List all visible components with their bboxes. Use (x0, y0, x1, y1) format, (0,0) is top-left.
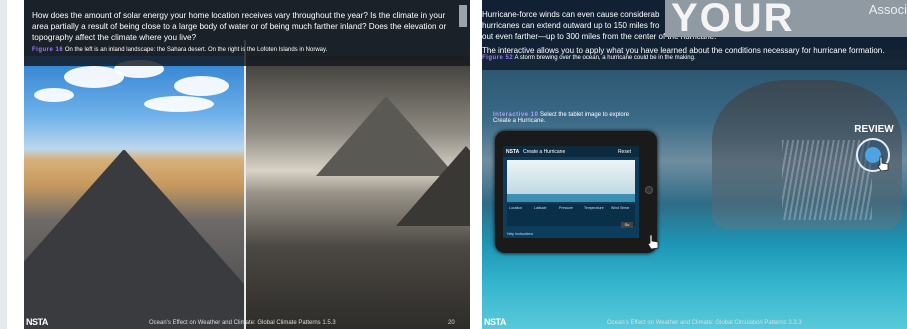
overlay-photo-text: YOUR (671, 0, 795, 37)
pointer-hand-icon (877, 156, 889, 172)
control-label: Temperature (584, 206, 604, 210)
figure-caption: Figure 52 A storm brewing over the ocean… (482, 55, 907, 61)
cloud (174, 76, 229, 96)
footer-title: Ocean's Effect on Weather and Climate: G… (149, 320, 336, 326)
tablet-footer: Help Instructions (507, 232, 534, 236)
control-label: Pressure (559, 206, 574, 210)
mountain (396, 146, 470, 226)
tablet-logo: NSTA (506, 149, 520, 155)
review-label: REVIEW (854, 124, 894, 135)
tablet-home-button (645, 186, 653, 194)
simulation-sky (507, 160, 635, 194)
pointer-hand-icon (647, 234, 659, 250)
control-label: Wind Shear (611, 206, 630, 210)
control-label: Latitude (534, 206, 547, 210)
control-label: Location (509, 206, 523, 210)
cloud (144, 96, 214, 112)
overlay-photo: YOUR Associ (665, 0, 907, 37)
image-divider (244, 40, 246, 329)
figure-label: Figure 52 (482, 55, 514, 61)
page-footer: NSTA Ocean's Effect on Weather and Clima… (24, 315, 470, 329)
page-footer: NSTA Ocean's Effect on Weather and Clima… (482, 315, 907, 329)
tablet-title: Create a Hurricane (523, 149, 566, 155)
tablet-header: NSTA Create a Hurricane Reset (503, 146, 639, 157)
tablet-screen[interactable]: NSTA Create a Hurricane Reset Location L… (503, 146, 639, 238)
nsta-logo: NSTA (484, 317, 506, 327)
page-number: 20 (448, 320, 455, 326)
figure-caption: Figure 16 On the left is an inland lands… (32, 47, 452, 53)
footer-title: Ocean's Effect on Weather and Climate: G… (607, 320, 802, 326)
right-book-page: Hurricane-force winds can even cause con… (482, 0, 907, 329)
tablet-go-button: Go (621, 222, 633, 228)
figure-label: Figure 16 (32, 47, 64, 53)
figure-caption-text: A storm brewing over the ocean, a hurric… (514, 55, 696, 61)
simulation-sea (507, 194, 635, 202)
desert-road (24, 150, 246, 329)
intro-paragraph: How does the amount of solar energy your… (32, 11, 447, 42)
lofoten-islands-photo (246, 56, 470, 329)
left-book-page: How does the amount of solar energy your… (24, 0, 470, 329)
overlay-photo-subtext: Associ (868, 2, 907, 17)
page-corner-tab[interactable] (459, 5, 467, 27)
left-edge-strip (0, 0, 7, 329)
figure-caption-text: On the left is an inland landscape: the … (64, 47, 328, 53)
interactive-caption: Interactive 10 Select the tablet image t… (493, 112, 643, 124)
nsta-logo: NSTA (26, 317, 48, 327)
cloud (34, 88, 74, 102)
simulation-controls: Location Latitude Pressure Temperature W… (507, 204, 635, 226)
create-hurricane-tablet[interactable]: NSTA Create a Hurricane Reset Location L… (495, 131, 657, 253)
tablet-reset: Reset (617, 149, 631, 155)
